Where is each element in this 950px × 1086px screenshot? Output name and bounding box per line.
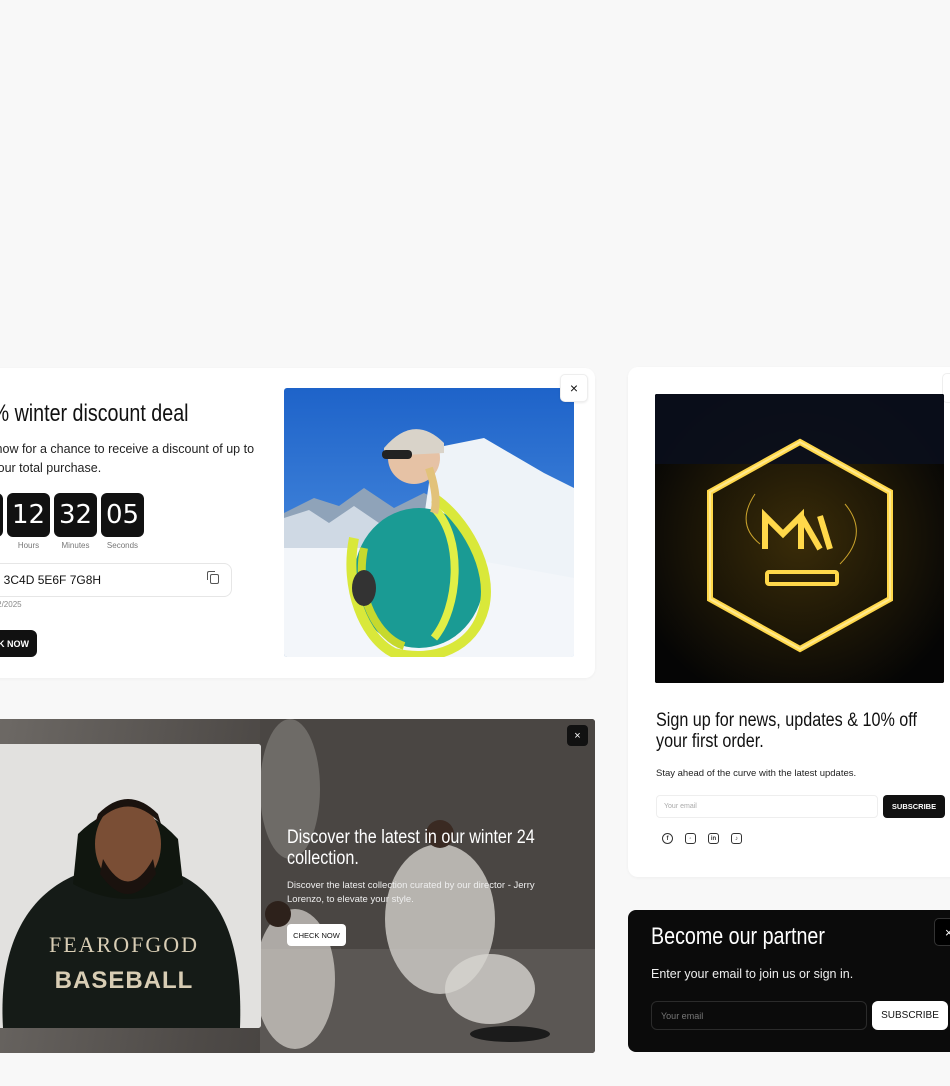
discount-code: 32 3C4D 5E6F 7G8H <box>0 573 102 587</box>
instagram-icon[interactable]: ◦ <box>685 833 696 844</box>
partner-popup: Become our partner Enter your email to j… <box>628 910 950 1052</box>
signup-popup: Sign up for news, updates & 10% off your… <box>628 367 950 877</box>
close-icon[interactable]: × <box>934 918 950 946</box>
partner-description: Enter your email to join us or sign in. <box>651 967 854 981</box>
collection-title: Discover the latest in our winter 24 col… <box>287 827 535 869</box>
signup-title: Sign up for news, updates & 10% off your… <box>656 710 917 752</box>
social-links: f ◦ in ♪ <box>662 833 742 844</box>
timer-seconds: 05 Seconds <box>101 493 144 550</box>
partner-title: Become our partner <box>651 923 825 950</box>
neon-hexagon-image <box>655 394 944 683</box>
close-icon[interactable]: × <box>567 725 588 746</box>
discount-title: % winter discount deal <box>0 400 189 427</box>
collection-description: Discover the latest collection curated b… <box>287 880 535 905</box>
discount-popup: % winter discount deal ore now for a cha… <box>0 368 595 678</box>
timer-days: s <box>0 493 3 550</box>
facebook-icon[interactable]: f <box>662 833 673 844</box>
neon-logo-photo <box>655 394 944 683</box>
copy-icon[interactable] <box>207 571 219 584</box>
collection-popup: FEAROFGOD BASEBALL Discover the latest i… <box>0 719 595 1053</box>
hoodie-model-photo: FEAROFGOD BASEBALL <box>0 744 261 1028</box>
check-now-button[interactable]: ECK NOW <box>0 630 37 657</box>
timer-hours: 12 Hours <box>7 493 50 550</box>
discount-description: ore now for a chance to receive a discou… <box>0 442 255 475</box>
close-icon[interactable]: × <box>560 374 588 402</box>
countdown-timer: s 12 Hours 32 Minutes 05 Seconds <box>0 493 144 550</box>
hoodie-model-image: FEAROFGOD BASEBALL <box>0 744 261 1028</box>
email-input[interactable]: Your email <box>656 795 878 818</box>
discount-code-field[interactable]: 32 3C4D 5E6F 7G8H <box>0 563 232 597</box>
check-now-button[interactable]: CHECK NOW <box>287 924 346 946</box>
svg-text:FEAROFGOD: FEAROFGOD <box>49 932 199 957</box>
email-input[interactable]: Your email <box>651 1001 867 1030</box>
subscribe-button[interactable]: SUBSCRIBE <box>883 795 945 818</box>
climber-photo <box>284 388 574 657</box>
expiry-date: 30/2/2025 <box>0 600 22 609</box>
tiktok-icon[interactable]: ♪ <box>731 833 742 844</box>
signup-description: Stay ahead of the curve with the latest … <box>656 768 857 779</box>
svg-text:BASEBALL: BASEBALL <box>55 967 194 994</box>
timer-minutes: 32 Minutes <box>54 493 97 550</box>
climber-image <box>284 388 574 657</box>
subscribe-button[interactable]: SUBSCRIBE <box>872 1001 948 1030</box>
linkedin-icon[interactable]: in <box>708 833 719 844</box>
